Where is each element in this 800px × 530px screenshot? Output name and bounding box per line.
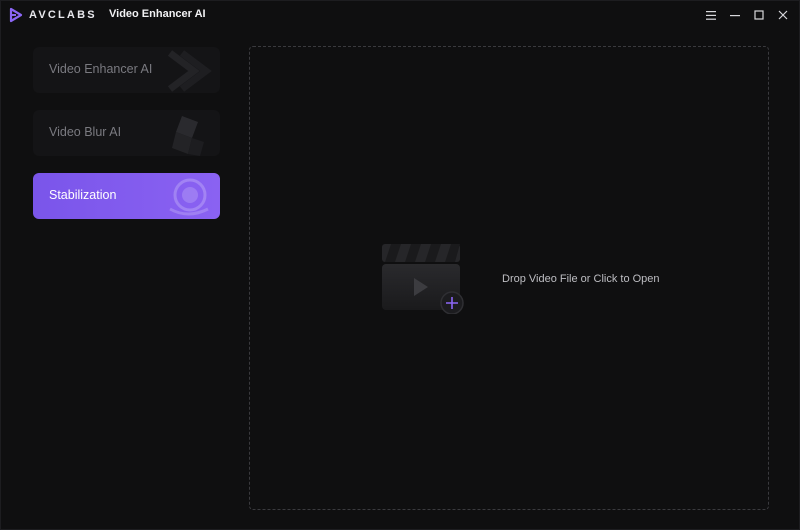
sidebar-item-video-blur-ai[interactable]: Video Blur AI bbox=[33, 110, 220, 156]
app-title: Video Enhancer AI bbox=[109, 8, 206, 20]
file-drop-zone[interactable]: Drop Video File or Click to Open bbox=[249, 46, 769, 510]
minimize-icon bbox=[730, 15, 740, 17]
title-bar[interactable]: AVCLABS Video Enhancer AI bbox=[1, 1, 800, 29]
blur-cube-icon bbox=[172, 116, 204, 156]
sidebar-item-label: Stabilization bbox=[49, 188, 117, 202]
menu-button[interactable] bbox=[701, 5, 721, 25]
stabilization-lens-icon bbox=[169, 178, 209, 216]
brand-logo: AVCLABS bbox=[9, 7, 97, 23]
sidebar-item-stabilization[interactable]: Stabilization bbox=[33, 173, 220, 219]
minimize-button[interactable] bbox=[725, 5, 745, 25]
maximize-button[interactable] bbox=[749, 5, 769, 25]
enhancer-chevrons-icon bbox=[167, 50, 212, 92]
maximize-icon bbox=[754, 10, 764, 20]
window-controls bbox=[697, 5, 793, 25]
close-icon bbox=[778, 10, 788, 20]
sidebar-item-label: Video Enhancer AI bbox=[49, 62, 153, 76]
hamburger-icon bbox=[706, 10, 716, 20]
brand-wordmark: AVCLABS bbox=[29, 9, 97, 21]
clapperboard-add-icon bbox=[382, 244, 464, 314]
drop-prompt-text: Drop Video File or Click to Open bbox=[502, 273, 660, 285]
close-button[interactable] bbox=[773, 5, 793, 25]
sidebar-item-label: Video Blur AI bbox=[49, 125, 122, 139]
sidebar-item-video-enhancer-ai[interactable]: Video Enhancer AI bbox=[33, 47, 220, 93]
avclabs-logo-icon bbox=[9, 7, 23, 23]
app-window: AVCLABS Video Enhancer AI Video Enhancer… bbox=[0, 0, 800, 530]
sidebar: Video Enhancer AI Video Blur AI Stabiliz… bbox=[33, 47, 220, 236]
